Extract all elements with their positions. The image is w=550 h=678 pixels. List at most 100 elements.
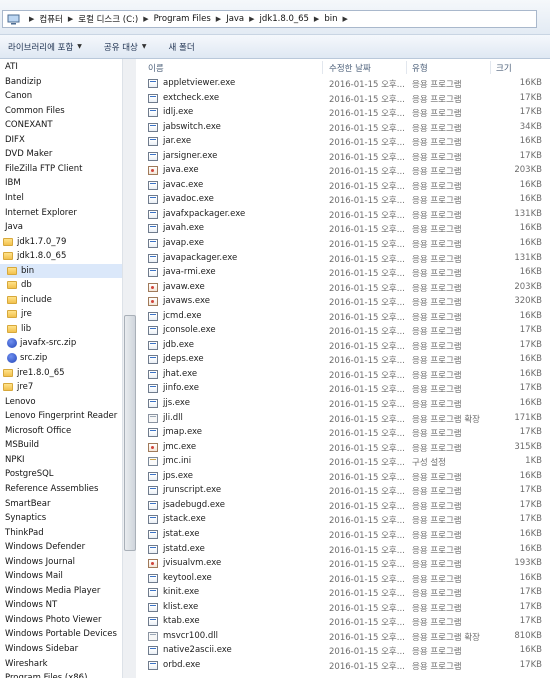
column-divider[interactable]	[490, 61, 491, 74]
nav-tree-item[interactable]: ThinkPad	[0, 526, 122, 540]
file-row[interactable]: jvisualvm.exe 2016-01-15 오후... 응용 프로그램 193K…	[136, 557, 550, 572]
breadcrumb-segment[interactable]: 로컬 디스크 (C:)	[78, 13, 138, 25]
file-row[interactable]: jhat.exe 2016-01-15 오후... 응용 프로그램 16KB	[136, 368, 550, 383]
nav-tree-item[interactable]: Wireshark	[0, 657, 122, 671]
file-row[interactable]: jstat.exe 2016-01-15 오후... 응용 프로그램 16KB	[136, 528, 550, 543]
column-divider[interactable]	[322, 61, 323, 74]
nav-tree-item[interactable]: ATI	[0, 60, 122, 74]
file-row[interactable]: jstatd.exe 2016-01-15 오후... 응용 프로그램 16KB	[136, 543, 550, 558]
nav-tree-item[interactable]: include	[0, 293, 122, 307]
nav-tree-item[interactable]: Java	[0, 220, 122, 234]
breadcrumb-chevron-icon[interactable]: ▶	[29, 15, 34, 23]
file-row[interactable]: jabswitch.exe 2016-01-15 오후... 응용 프로그램 34KB	[136, 121, 550, 136]
file-row[interactable]: jarsigner.exe 2016-01-15 오후... 응용 프로그램 17KB	[136, 150, 550, 165]
nav-tree-item[interactable]: Windows Journal	[0, 555, 122, 569]
file-row[interactable]: javah.exe 2016-01-15 오후... 응용 프로그램 16KB	[136, 222, 550, 237]
file-row[interactable]: javafxpackager.exe 2016-01-15 오후... 응용 프로그…	[136, 208, 550, 223]
file-row[interactable]: jconsole.exe 2016-01-15 오후... 응용 프로그램 17KB	[136, 324, 550, 339]
file-row[interactable]: javac.exe 2016-01-15 오후... 응용 프로그램 16KB	[136, 179, 550, 194]
nav-tree-item[interactable]: Canon	[0, 89, 122, 103]
file-row[interactable]: javapackager.exe 2016-01-15 오후... 응용 프로그램 1…	[136, 252, 550, 267]
nav-tree-item[interactable]: Synaptics	[0, 511, 122, 525]
file-row[interactable]: javap.exe 2016-01-15 오후... 응용 프로그램 16KB	[136, 237, 550, 252]
file-row[interactable]: java.exe 2016-01-15 오후... 응용 프로그램 203KB	[136, 164, 550, 179]
column-header-size[interactable]: 크기	[496, 62, 512, 74]
nav-tree-item[interactable]: Windows Portable Devices	[0, 627, 122, 641]
navigation-scrollbar[interactable]	[122, 59, 136, 678]
file-row[interactable]: javadoc.exe 2016-01-15 오후... 응용 프로그램 16KB	[136, 193, 550, 208]
nav-tree-item[interactable]: Program Files (x86)	[0, 671, 122, 678]
nav-tree-item[interactable]: Windows Photo Viewer	[0, 613, 122, 627]
column-header-type[interactable]: 유형	[412, 62, 428, 74]
nav-tree-item[interactable]: Windows Sidebar	[0, 642, 122, 656]
nav-tree-item[interactable]: Common Files	[0, 104, 122, 118]
nav-tree-item[interactable]: javafx-src.zip	[0, 336, 122, 350]
nav-tree-item[interactable]: NPKI	[0, 453, 122, 467]
file-row[interactable]: jmap.exe 2016-01-15 오후... 응용 프로그램 17KB	[136, 426, 550, 441]
nav-tree-item[interactable]: src.zip	[0, 351, 122, 365]
file-row[interactable]: appletviewer.exe 2016-01-15 오후... 응용 프로그램 1…	[136, 77, 550, 92]
file-row[interactable]: jrunscript.exe 2016-01-15 오후... 응용 프로그램 17K…	[136, 484, 550, 499]
file-row[interactable]: idlj.exe 2016-01-15 오후... 응용 프로그램 17KB	[136, 106, 550, 121]
nav-tree-item[interactable]: Internet Explorer	[0, 206, 122, 220]
nav-tree-item[interactable]: jre7	[0, 380, 122, 394]
address-bar[interactable]: ▶ 컴퓨터 ▶ 로컬 디스크 (C:) ▶ Program Files ▶ Java ▶ jdk…	[2, 10, 537, 28]
file-row[interactable]: ktab.exe 2016-01-15 오후... 응용 프로그램 17KB	[136, 615, 550, 630]
file-row[interactable]: jar.exe 2016-01-15 오후... 응용 프로그램 16KB	[136, 135, 550, 150]
breadcrumb-segment[interactable]: bin	[324, 14, 337, 24]
column-header-name[interactable]: 이름	[148, 62, 164, 74]
file-row[interactable]: keytool.exe 2016-01-15 오후... 응용 프로그램 16KB	[136, 572, 550, 587]
file-row[interactable]: javaw.exe 2016-01-15 오후... 응용 프로그램 203KB	[136, 281, 550, 296]
nav-tree-item[interactable]: PostgreSQL	[0, 467, 122, 481]
nav-tree-item[interactable]: Lenovo	[0, 395, 122, 409]
breadcrumb-chevron-icon[interactable]: ▶	[143, 15, 148, 23]
file-row[interactable]: klist.exe 2016-01-15 오후... 응용 프로그램 17KB	[136, 601, 550, 616]
nav-tree-item[interactable]: Intel	[0, 191, 122, 205]
file-row[interactable]: jinfo.exe 2016-01-15 오후... 응용 프로그램 17KB	[136, 382, 550, 397]
nav-tree-item[interactable]: Bandizip	[0, 75, 122, 89]
include-in-library-button[interactable]: 라이브러리에 포함 ▼	[8, 41, 82, 53]
share-with-button[interactable]: 공유 대상 ▼	[104, 41, 147, 53]
nav-tree-item[interactable]: Microsoft Office	[0, 424, 122, 438]
file-row[interactable]: jstack.exe 2016-01-15 오후... 응용 프로그램 17KB	[136, 513, 550, 528]
nav-tree-item[interactable]: SmartBear	[0, 497, 122, 511]
file-row[interactable]: jmc.ini 2016-01-15 오후... 구성 설정 1KB	[136, 455, 550, 470]
nav-tree-item[interactable]: FileZilla FTP Client	[0, 162, 122, 176]
nav-tree-item[interactable]: DIFX	[0, 133, 122, 147]
file-row[interactable]: jmc.exe 2016-01-15 오후... 응용 프로그램 315KB	[136, 441, 550, 456]
file-row[interactable]: extcheck.exe 2016-01-15 오후... 응용 프로그램 17KB	[136, 92, 550, 107]
file-row[interactable]: jps.exe 2016-01-15 오후... 응용 프로그램 16KB	[136, 470, 550, 485]
breadcrumb-segment[interactable]: Java	[226, 14, 244, 24]
nav-tree-item[interactable]: lib	[0, 322, 122, 336]
nav-tree-item[interactable]: Windows NT	[0, 598, 122, 612]
file-row[interactable]: jli.dll 2016-01-15 오후... 응용 프로그램 확장 171KB	[136, 412, 550, 427]
breadcrumb-chevron-icon[interactable]: ▶	[249, 15, 254, 23]
breadcrumb-chevron-icon[interactable]: ▶	[342, 15, 347, 23]
nav-tree-item[interactable]: Windows Mail	[0, 569, 122, 583]
nav-tree-item[interactable]: jre	[0, 307, 122, 321]
file-row[interactable]: jcmd.exe 2016-01-15 오후... 응용 프로그램 16KB	[136, 310, 550, 325]
nav-tree-item[interactable]: IBM	[0, 176, 122, 190]
new-folder-button[interactable]: 새 폴더	[169, 41, 195, 53]
breadcrumb-segment[interactable]: jdk1.8.0_65	[260, 14, 309, 24]
nav-tree-item[interactable]: DVD Maker	[0, 147, 122, 161]
nav-tree-item[interactable]: jre1.8.0_65	[0, 366, 122, 380]
nav-tree-item[interactable]: jdk1.7.0_79	[0, 235, 122, 249]
nav-tree-item[interactable]: bin	[0, 263, 122, 278]
nav-tree-item[interactable]: Windows Media Player	[0, 584, 122, 598]
breadcrumb-segment[interactable]: Program Files	[154, 14, 211, 24]
file-row[interactable]: javaws.exe 2016-01-15 오후... 응용 프로그램 320KB	[136, 295, 550, 310]
breadcrumb-chevron-icon[interactable]: ▶	[68, 15, 73, 23]
nav-tree-item[interactable]: MSBuild	[0, 438, 122, 452]
file-row[interactable]: kinit.exe 2016-01-15 오후... 응용 프로그램 17KB	[136, 586, 550, 601]
nav-tree-item[interactable]: Windows Defender	[0, 540, 122, 554]
breadcrumb-segment[interactable]: 컴퓨터	[39, 13, 62, 25]
file-row[interactable]: native2ascii.exe 2016-01-15 오후... 응용 프로그램 1…	[136, 644, 550, 659]
file-row[interactable]: jdeps.exe 2016-01-15 오후... 응용 프로그램 16KB	[136, 353, 550, 368]
nav-tree-item[interactable]: db	[0, 278, 122, 292]
breadcrumb-chevron-icon[interactable]: ▶	[314, 15, 319, 23]
column-header-date[interactable]: 수정한 날짜	[329, 62, 371, 74]
nav-tree-item[interactable]: Reference Assemblies	[0, 482, 122, 496]
nav-tree-item[interactable]: Lenovo Fingerprint Reader	[0, 409, 122, 423]
file-row[interactable]: java-rmi.exe 2016-01-15 오후... 응용 프로그램 16KB	[136, 266, 550, 281]
